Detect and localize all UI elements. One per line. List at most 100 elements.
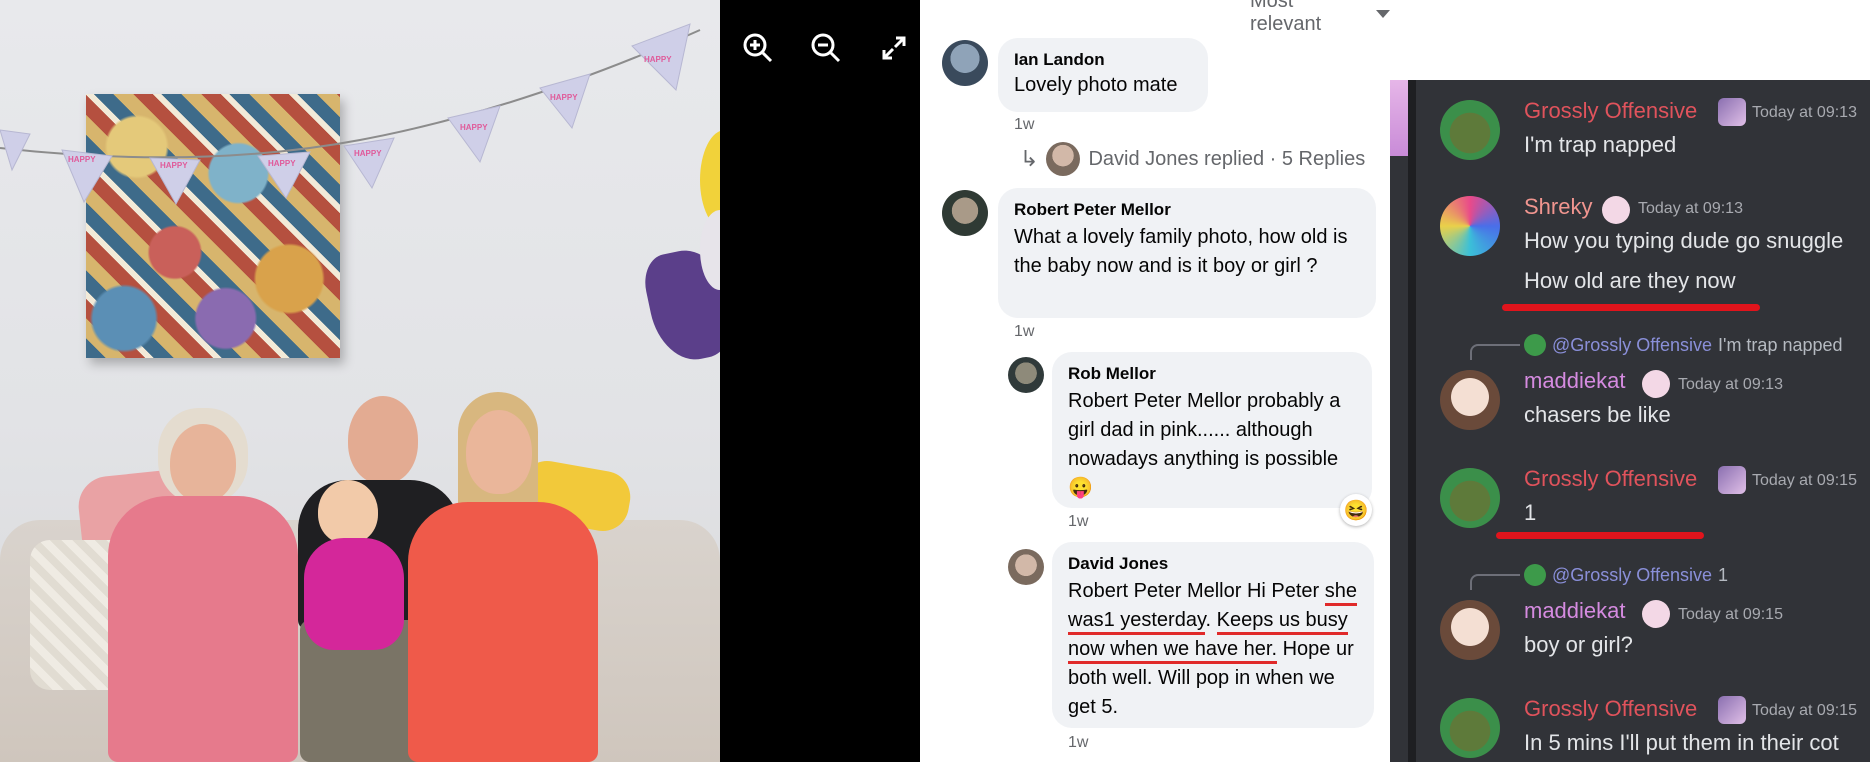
red-highlight-mark <box>1502 304 1760 311</box>
cat-badge-icon <box>1642 370 1670 398</box>
message-timestamp: Today at 09:13 <box>1678 376 1783 393</box>
reply-snippet: I'm trap napped <box>1718 334 1843 355</box>
username-shreky[interactable]: Shreky <box>1524 194 1592 220</box>
greeting-text: Hi Peter <box>1246 580 1320 602</box>
mention-link[interactable]: Robert Peter Mellor <box>1068 580 1241 602</box>
avatar[interactable] <box>1008 357 1044 393</box>
message-timestamp: Today at 09:13 <box>1752 104 1857 121</box>
reply-connector <box>1470 344 1520 360</box>
svg-text:HAPPY: HAPPY <box>550 93 578 102</box>
message-text: How you typing dude go snuggle <box>1524 228 1844 253</box>
photo-viewer-controls <box>720 0 920 762</box>
comment-author[interactable]: Robert Peter Mellor <box>1014 200 1360 220</box>
mini-avatar <box>1524 564 1546 586</box>
message-text: boy or girl? <box>1524 632 1633 657</box>
message-text: How old are they now <box>1524 268 1736 293</box>
role-badge-icon <box>1718 98 1746 126</box>
comment-bubble: Ian Landon Lovely photo mate <box>998 38 1208 112</box>
person-woman <box>408 392 598 762</box>
tongue-emoji: 😛 <box>1068 477 1093 499</box>
username-maddiekat[interactable]: maddiekat <box>1524 368 1626 394</box>
svg-text:HAPPY: HAPPY <box>68 155 96 164</box>
person-baby <box>296 480 406 650</box>
avatar[interactable] <box>942 190 988 236</box>
message-timestamp: Today at 09:15 <box>1752 702 1857 719</box>
caret-down-icon <box>1376 10 1390 18</box>
message-timestamp: Today at 09:15 <box>1752 472 1857 489</box>
laugh-emoji: 😆 <box>1343 499 1369 522</box>
role-badge-icon <box>1718 466 1746 494</box>
username-grossly[interactable]: Grossly Offensive <box>1524 98 1697 124</box>
expand-icon <box>882 36 906 60</box>
person-grandmother <box>88 408 298 762</box>
comment-time[interactable]: 1w <box>1014 323 1034 341</box>
comment-text: Robert Peter Mellor Hi Peter she was1 ye… <box>1068 577 1364 722</box>
comment-time[interactable]: 1w <box>1068 513 1088 531</box>
reply-arrow-icon: ↳ <box>1020 146 1039 171</box>
svg-text:HAPPY: HAPPY <box>354 149 382 158</box>
discord-scroll-rail <box>1408 80 1416 762</box>
svg-text:HAPPY: HAPPY <box>644 55 672 64</box>
comment-bubble: Rob Mellor Robert Peter Mellor probably … <box>1052 352 1372 508</box>
comment-time[interactable]: 1w <box>1068 734 1088 752</box>
user-avatar-maddiekat[interactable] <box>1440 370 1500 430</box>
family-photo: HAPPY HAPPY HAPPY HAPPY HAPPY HAPPY HAPP… <box>0 0 720 762</box>
user-avatar-grossly[interactable] <box>1440 698 1500 758</box>
mini-avatar <box>1524 334 1546 356</box>
username-grossly[interactable]: Grossly Offensive <box>1524 466 1697 492</box>
sort-dropdown[interactable]: Most relevant <box>1250 0 1390 35</box>
message-text: In 5 mins I'll put them in their cot <box>1524 730 1839 755</box>
cat-badge-icon <box>1642 600 1670 628</box>
reply-connector <box>1470 574 1520 590</box>
svg-text:HAPPY: HAPPY <box>160 161 188 170</box>
user-avatar-maddiekat[interactable] <box>1440 600 1500 660</box>
reply-reference[interactable]: @Grossly Offensive I'm trap napped <box>1524 334 1843 356</box>
comment-text: Lovely photo mate <box>1014 74 1178 96</box>
message-text: chasers be like <box>1524 402 1671 427</box>
reply-mention: @Grossly Offensive <box>1552 334 1712 355</box>
comment-bubble: Robert Peter Mellor What a lovely family… <box>998 188 1376 318</box>
reply-reference[interactable]: @Grossly Offensive 1 <box>1524 564 1728 586</box>
role-badge-icon <box>1718 696 1746 724</box>
comment-author[interactable]: Rob Mellor <box>1068 364 1356 384</box>
reaction-badge[interactable]: 😆 <box>1340 494 1372 526</box>
avatar <box>1046 142 1081 176</box>
discord-top-blank <box>1390 0 1870 80</box>
message-text: 1 <box>1524 500 1537 525</box>
message-timestamp: Today at 09:13 <box>1638 200 1743 217</box>
birthday-bunting: HAPPY HAPPY HAPPY HAPPY HAPPY HAPPY HAPP… <box>0 23 701 206</box>
svg-text:HAPPY: HAPPY <box>268 159 296 168</box>
user-avatar-grossly[interactable] <box>1440 468 1500 528</box>
comment-text: Robert Peter Mellor probably a girl dad … <box>1068 390 1341 470</box>
comment-text: What a lovely family photo, how old is t… <box>1014 226 1348 277</box>
discord-chat-panel: Grossly Offensive Today at 09:13 I'm tra… <box>1390 80 1870 762</box>
zoom-in-icon <box>743 33 773 63</box>
username-grossly[interactable]: Grossly Offensive <box>1524 696 1697 722</box>
reply-mention: @Grossly Offensive <box>1552 564 1712 585</box>
comment-time[interactable]: 1w <box>1014 116 1034 134</box>
user-avatar-grossly[interactable] <box>1440 100 1500 160</box>
reply-snippet: 1 <box>1718 564 1729 585</box>
sentence-period: . <box>1205 609 1212 631</box>
view-replies-link[interactable]: ↳ David Jones replied · 5 Replies <box>1020 142 1365 176</box>
fullscreen-button[interactable] <box>876 30 912 66</box>
svg-text:HAPPY: HAPPY <box>460 123 488 132</box>
zoom-out-icon <box>811 33 841 63</box>
message-text: I'm trap napped <box>1524 132 1677 157</box>
user-avatar-shreky[interactable] <box>1440 196 1500 256</box>
avatar[interactable] <box>942 40 988 86</box>
screenshot-collage: HAPPY HAPPY HAPPY HAPPY HAPPY HAPPY HAPP… <box>0 0 1870 762</box>
facebook-comments-panel: Most relevant Ian Landon Lovely photo ma… <box>920 0 1390 762</box>
red-highlight-mark <box>1496 532 1704 539</box>
replies-summary: David Jones replied · 5 Replies <box>1088 147 1366 170</box>
sort-label: Most relevant <box>1250 0 1322 35</box>
bunny-badge-icon <box>1602 196 1630 224</box>
comment-author[interactable]: Ian Landon <box>1014 50 1192 70</box>
comment-bubble: David Jones Robert Peter Mellor Hi Peter… <box>1052 542 1374 728</box>
zoom-out-button[interactable] <box>808 30 844 66</box>
message-timestamp: Today at 09:15 <box>1678 606 1783 623</box>
username-maddiekat[interactable]: maddiekat <box>1524 598 1626 624</box>
avatar[interactable] <box>1008 549 1044 585</box>
comment-author[interactable]: David Jones <box>1068 554 1358 574</box>
zoom-in-button[interactable] <box>740 30 776 66</box>
